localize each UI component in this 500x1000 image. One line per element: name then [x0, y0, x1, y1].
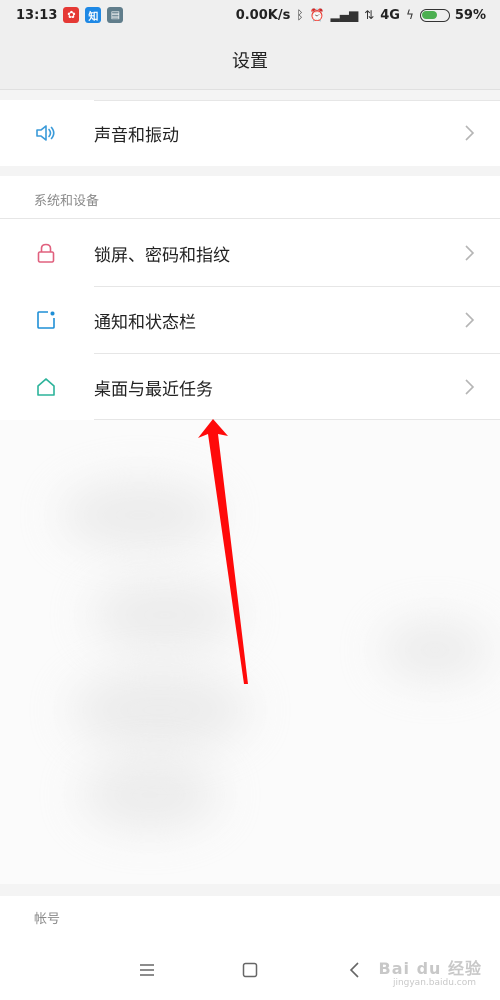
watermark-brand: Bai du 经验: [378, 959, 482, 978]
alarm-icon: ⏰: [309, 8, 325, 22]
chevron-right-icon: [465, 379, 475, 395]
battery-percent: 59%: [454, 7, 486, 23]
signal-icon: ▂▄▆: [330, 8, 359, 22]
home-square-icon[interactable]: [237, 958, 263, 982]
section-title-account: 帐号: [34, 912, 61, 927]
divider: [0, 218, 500, 219]
data-arrows-icon: ⇅: [364, 8, 375, 22]
page-title: 设置: [232, 50, 268, 72]
settings-group-system: 系统和设备 锁屏、密码和指纹 通知和状态栏 桌面与最近任务: [0, 176, 500, 420]
notification-icon: [34, 308, 58, 332]
network-type: 4G: [380, 7, 400, 23]
blurred-content: [0, 420, 500, 884]
section-header-system: 系统和设备: [0, 176, 500, 218]
speaker-icon: [34, 121, 58, 145]
row-label-desktop: 桌面与最近任务: [94, 379, 213, 400]
blur-blob: [90, 580, 240, 650]
status-bar: 13:13 ✿ 知 ▤ 0.00K/s ᛒ ⏰ ▂▄▆ ⇅ 4G ϟ 59%: [0, 0, 500, 30]
row-label-sound: 声音和振动: [94, 125, 179, 146]
watermark-url: jingyan.baidu.com: [392, 978, 476, 988]
section-title-system: 系统和设备: [34, 194, 100, 209]
chevron-right-icon: [465, 312, 475, 328]
settings-row-desktop[interactable]: 桌面与最近任务: [0, 354, 500, 420]
chevron-right-icon: [465, 245, 475, 261]
settings-row-lock[interactable]: 锁屏、密码和指纹: [0, 220, 500, 286]
net-speed: 0.00K/s: [235, 7, 291, 23]
menu-icon[interactable]: [134, 958, 160, 982]
row-label-lock: 锁屏、密码和指纹: [94, 245, 230, 266]
charging-icon: ϟ: [405, 8, 414, 22]
settings-row-sound[interactable]: 声音和振动: [0, 100, 500, 166]
battery: 59%: [419, 7, 486, 23]
header: 设置: [0, 30, 500, 90]
blur-blob: [380, 620, 490, 680]
status-time: 13:13: [16, 7, 58, 23]
app-icon: ▤: [107, 7, 124, 23]
row-label-notification: 通知和状态栏: [94, 312, 196, 333]
lock-icon: [34, 241, 58, 265]
weibo-icon: ✿: [63, 7, 80, 23]
zhihu-icon: 知: [85, 7, 102, 23]
battery-fill: [422, 11, 438, 19]
battery-icon: [419, 8, 450, 22]
chevron-right-icon: [465, 125, 475, 141]
section-header-account: 帐号: [0, 896, 500, 940]
settings-group-top: 声音和振动: [0, 100, 500, 166]
settings-row-notification[interactable]: 通知和状态栏: [0, 287, 500, 353]
back-icon[interactable]: [342, 958, 368, 982]
blur-blob: [70, 670, 250, 750]
home-icon: [34, 375, 58, 399]
blur-blob: [60, 480, 220, 550]
blur-blob: [80, 760, 220, 830]
bluetooth-icon: ᛒ: [296, 8, 304, 22]
